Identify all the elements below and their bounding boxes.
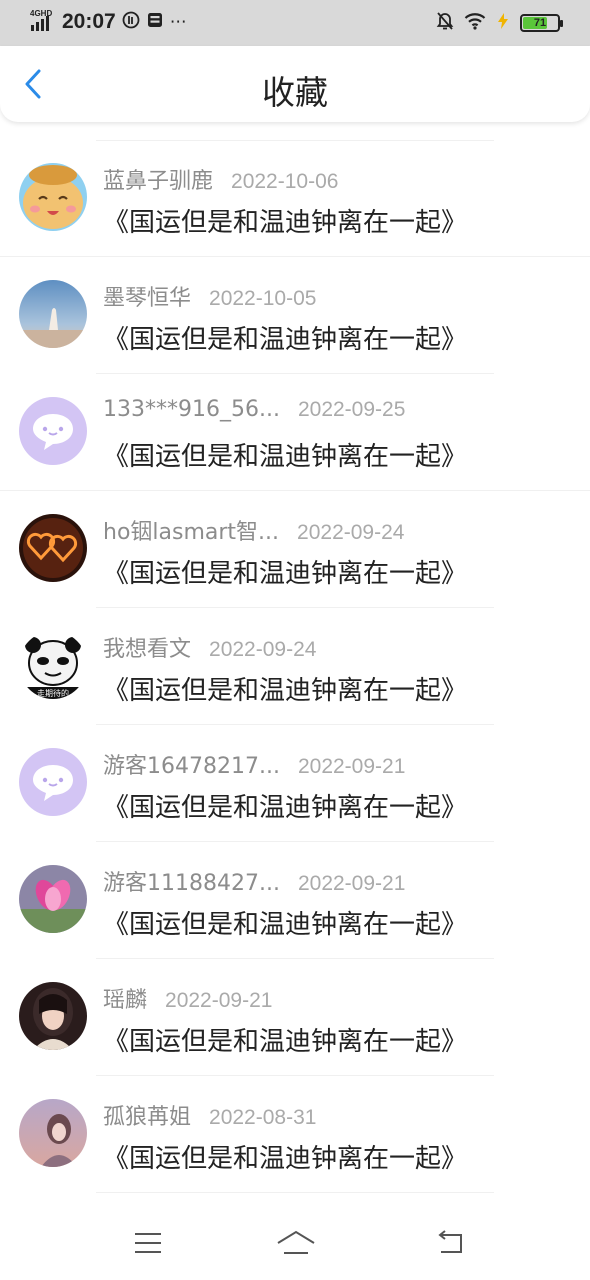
book-title[interactable]: 《国运但是和温迪钟离在一起》 <box>103 904 467 941</box>
list-item[interactable]: 走期待的 我想看文 2022-09-24 《国运但是和温迪钟离在一起》 <box>0 608 590 725</box>
signal-icon: 4GHD <box>30 9 56 33</box>
sky-avatar[interactable] <box>19 280 87 348</box>
home-icon <box>277 1230 315 1254</box>
user-name: 游客16478217... <box>103 754 280 779</box>
panda-meme-avatar[interactable]: 走期待的 <box>19 631 87 699</box>
status-right: 71 <box>436 11 563 35</box>
avatar-badge-text: 走期待的 <box>37 688 69 698</box>
item-meta: 133***916_56... 2022-09-25 <box>103 397 405 422</box>
user-name: 游客11188427... <box>103 871 280 896</box>
back-icon <box>438 1230 462 1253</box>
hearts-avatar[interactable] <box>19 514 87 582</box>
item-meta: 游客11188427... 2022-09-21 <box>103 865 405 897</box>
book-title[interactable]: 《国运但是和温迪钟离在一起》 <box>103 436 467 473</box>
menu-icon <box>135 1233 161 1253</box>
list-item[interactable]: 蓝鼻子驯鹿 2022-10-06 《国运但是和温迪钟离在一起》 <box>0 140 590 257</box>
mute-icon <box>436 11 454 35</box>
list-item[interactable]: 瑶麟 2022-09-21 《国运但是和温迪钟离在一起》 <box>0 959 590 1076</box>
status-left: 4GHD 20:07 ⋯ <box>30 9 187 34</box>
book-title[interactable]: 《国运但是和温迪钟离在一起》 <box>103 202 467 239</box>
favorite-date: 2022-09-24 <box>209 638 317 661</box>
header: 收藏 <box>0 46 590 122</box>
user-name: 瑶麟 <box>103 988 148 1013</box>
girl-avatar[interactable] <box>19 1099 87 1167</box>
menu-button[interactable] <box>128 1226 168 1260</box>
list-item[interactable]: ho铟lasmart智... 2022-09-24 《国运但是和温迪钟离在一起》 <box>0 491 590 608</box>
speed-icon <box>122 11 140 33</box>
list-item[interactable]: 133***916_56... 2022-09-25 《国运但是和温迪钟离在一起… <box>0 374 590 491</box>
wifi-icon <box>464 12 486 34</box>
favorite-date: 2022-09-21 <box>297 755 406 778</box>
item-meta: 墨琴恒华 2022-10-05 <box>103 280 316 312</box>
home-button[interactable] <box>274 1226 318 1260</box>
book-title[interactable]: 《国运但是和温迪钟离在一起》 <box>103 1138 467 1175</box>
item-meta: 孤狼苒姐 2022-08-31 <box>103 1099 316 1131</box>
user-name: ho铟lasmart智... <box>103 520 280 545</box>
favorite-date: 2022-10-06 <box>231 170 339 193</box>
item-meta: 我想看文 2022-09-24 <box>103 631 316 663</box>
page-title: 收藏 <box>262 73 328 112</box>
favorites-list: 蓝鼻子驯鹿 2022-10-06 《国运但是和温迪钟离在一起》 墨琴恒华 202… <box>0 140 590 1193</box>
favorite-date: 2022-09-21 <box>165 989 273 1012</box>
flower-avatar[interactable] <box>19 865 87 933</box>
status-time: 20:07 <box>62 10 116 33</box>
default-chat-avatar[interactable] <box>19 748 87 816</box>
book-title[interactable]: 《国运但是和温迪钟离在一起》 <box>103 787 467 824</box>
default-chat-avatar[interactable] <box>19 397 87 465</box>
list-item[interactable]: 墨琴恒华 2022-10-05 《国运但是和温迪钟离在一起》 <box>0 257 590 374</box>
status-bar: 4GHD 20:07 ⋯ 71 <box>0 0 590 46</box>
charging-icon <box>496 12 510 34</box>
favorite-date: 2022-08-31 <box>209 1106 317 1129</box>
storage-icon <box>146 11 164 33</box>
portrait-avatar[interactable] <box>19 982 87 1050</box>
user-name: 133***916_56... <box>103 397 280 422</box>
back-nav-button[interactable] <box>430 1226 470 1260</box>
favorite-date: 2022-09-24 <box>297 521 405 544</box>
list-item[interactable]: 游客11188427... 2022-09-21 《国运但是和温迪钟离在一起》 <box>0 842 590 959</box>
more-dots-icon: ⋯ <box>169 12 187 32</box>
favorite-date: 2022-09-21 <box>297 872 406 895</box>
user-name: 我想看文 <box>103 637 192 662</box>
item-meta: 游客16478217... 2022-09-21 <box>103 748 405 780</box>
divider <box>96 1192 494 1193</box>
user-name: 孤狼苒姐 <box>103 1105 192 1130</box>
favorite-date: 2022-09-25 <box>297 398 406 421</box>
user-name: 墨琴恒华 <box>103 286 192 311</box>
book-title[interactable]: 《国运但是和温迪钟离在一起》 <box>103 1021 467 1058</box>
system-nav-bar <box>0 1208 590 1280</box>
battery-icon: 71 <box>520 14 563 32</box>
item-meta: 瑶麟 2022-09-21 <box>103 982 272 1014</box>
book-title[interactable]: 《国运但是和温迪钟离在一起》 <box>103 319 467 356</box>
list-item[interactable]: 游客16478217... 2022-09-21 《国运但是和温迪钟离在一起》 <box>0 725 590 842</box>
item-meta: 蓝鼻子驯鹿 2022-10-06 <box>103 163 338 195</box>
book-title[interactable]: 《国运但是和温迪钟离在一起》 <box>103 553 467 590</box>
favorite-date: 2022-10-05 <box>209 287 317 310</box>
list-item[interactable]: 孤狼苒姐 2022-08-31 《国运但是和温迪钟离在一起》 <box>0 1076 590 1193</box>
cartoon-avatar[interactable] <box>19 163 87 231</box>
user-name: 蓝鼻子驯鹿 <box>103 169 214 194</box>
book-title[interactable]: 《国运但是和温迪钟离在一起》 <box>103 670 467 707</box>
battery-level: 71 <box>533 17 547 29</box>
item-meta: ho铟lasmart智... 2022-09-24 <box>103 514 404 546</box>
